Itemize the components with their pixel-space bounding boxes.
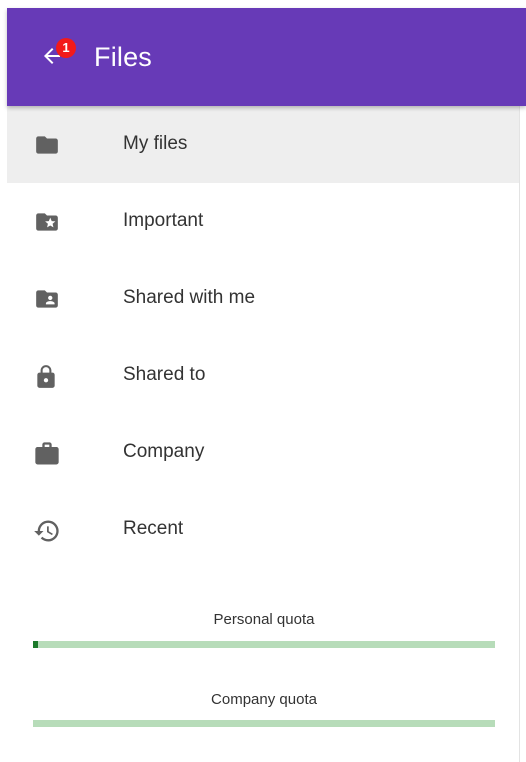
notification-badge[interactable]: 1 — [56, 38, 76, 58]
nav-item-shared-to[interactable]: Shared to — [7, 337, 519, 414]
folder-icon — [33, 132, 59, 158]
briefcase-icon — [33, 440, 59, 466]
nav-item-label: Shared with me — [123, 287, 256, 308]
nav-item-label: Shared to — [123, 364, 206, 385]
app-bar: 1 Files — [7, 8, 526, 106]
company-quota-bar — [33, 720, 495, 727]
app-window: 1 Files My files Important Shared with m… — [0, 0, 526, 762]
nav-item-my-files[interactable]: My files — [7, 106, 519, 183]
history-icon — [33, 517, 59, 543]
nav-item-company[interactable]: Company — [7, 414, 519, 491]
nav-item-shared-with-me[interactable]: Shared with me — [7, 260, 519, 337]
scrollbar-track[interactable] — [519, 106, 526, 762]
company-quota-label: Company quota — [211, 691, 317, 708]
nav-item-important[interactable]: Important — [7, 183, 519, 260]
nav-item-label: Recent — [123, 518, 184, 539]
top-strip — [0, 0, 526, 8]
nav-item-label: Important — [123, 210, 204, 231]
nav-item-label: Company — [123, 441, 205, 462]
nav-item-recent[interactable]: Recent — [7, 491, 519, 568]
folder-shared-icon — [33, 286, 59, 312]
personal-quota-bar — [33, 641, 495, 648]
back-button[interactable]: 1 — [35, 38, 76, 74]
folder-star-icon — [33, 209, 59, 235]
lock-icon — [33, 363, 59, 389]
page-title: Files — [94, 42, 153, 72]
personal-quota-label: Personal quota — [213, 611, 315, 628]
nav-item-label: My files — [123, 133, 188, 154]
personal-quota-fill — [33, 641, 38, 648]
navigation-drawer: My files Important Shared with me Shared… — [7, 106, 519, 762]
